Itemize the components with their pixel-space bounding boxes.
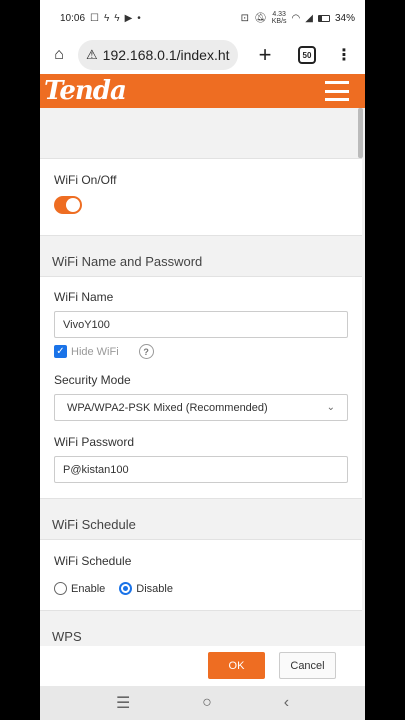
notification-icon: ☐	[90, 12, 99, 24]
schedule-enable-radio[interactable]	[54, 582, 67, 595]
wifi-schedule-card: WiFi Schedule Enable Disable	[40, 539, 362, 611]
messenger-icon: ϟ	[104, 12, 110, 24]
battery-level: 34%	[334, 12, 355, 24]
schedule-disable-radio[interactable]	[119, 582, 133, 595]
cast-icon: ⊡	[240, 12, 250, 24]
system-nav-bar: ☰ ○ ‹	[40, 686, 365, 720]
more-notifications-icon: •	[137, 12, 141, 24]
app-header: Tenda	[40, 74, 365, 108]
wifi-name-card: WiFi Name VivoY100 ✓ Hide WiFi ? Securit…	[40, 276, 362, 499]
wifi-name-input[interactable]: VivoY100	[54, 311, 348, 338]
wifi-icon: ◠	[291, 12, 301, 24]
plus-icon[interactable]: +	[252, 42, 278, 68]
status-bar: 10:06 ☐ ϟ ϟ ▶ • ⊡ 🔕︎ 4.33 KB/s ◠ ◢ 34%	[40, 0, 365, 36]
nav-home-icon[interactable]: ○	[202, 694, 212, 712]
wifi-switch-label: WiFi On/Off	[54, 173, 117, 187]
recent-apps-icon[interactable]: ☰	[116, 693, 130, 713]
help-icon[interactable]: ?	[138, 344, 154, 359]
messenger-icon-2: ϟ	[114, 12, 120, 24]
home-icon[interactable]: ⌂	[46, 46, 72, 64]
wifi-schedule-label: WiFi Schedule	[54, 554, 132, 568]
wifi-password-label: WiFi Password	[54, 435, 135, 449]
wifi-password-input[interactable]: P@kistan100	[54, 456, 348, 483]
tenda-logo: Tenda	[44, 76, 127, 106]
back-icon[interactable]: ‹	[284, 694, 289, 712]
youtube-icon: ▶	[124, 12, 133, 24]
schedule-disable-label: Disable	[136, 582, 173, 595]
security-mode-value: WPA/WPA2-PSK Mixed (Recommended)	[67, 401, 268, 414]
chevron-down-icon: ⌄	[326, 402, 335, 413]
url-text: 192.168.0.1/index.ht	[102, 47, 230, 63]
hamburger-icon[interactable]	[325, 81, 349, 101]
form-footer: OK Cancel	[40, 646, 365, 686]
signal-icon: ◢	[305, 12, 313, 24]
ok-button[interactable]: OK	[208, 652, 265, 679]
address-bar[interactable]: ⚠ 192.168.0.1/index.ht	[78, 40, 238, 70]
hide-wifi-checkbox[interactable]: ✓	[54, 345, 67, 358]
warning-icon[interactable]: ⚠	[86, 47, 98, 63]
tabs-icon[interactable]: 50	[298, 46, 316, 64]
more-vert-icon[interactable]: ⋮	[334, 45, 354, 65]
phone-screen: 10:06 ☐ ϟ ϟ ▶ • ⊡ 🔕︎ 4.33 KB/s ◠ ◢ 34% ⌂…	[40, 0, 365, 720]
clock: 10:06	[60, 12, 86, 24]
wifi-toggle[interactable]	[54, 196, 82, 214]
settings-content: WiFi On/Off WiFi Name and Password WiFi …	[40, 108, 365, 651]
network-speed: 4.33 KB/s	[271, 11, 287, 25]
wifi-switch-card: WiFi On/Off	[40, 158, 362, 236]
battery-icon	[317, 14, 330, 22]
wps-section-title: WPS	[52, 629, 82, 644]
security-mode-select[interactable]: WPA/WPA2-PSK Mixed (Recommended) ⌄	[54, 394, 348, 421]
scrollbar[interactable]	[358, 108, 363, 158]
schedule-enable-label: Enable	[71, 582, 106, 595]
browser-toolbar: ⌂ ⚠ 192.168.0.1/index.ht + 50 ⋮	[40, 36, 365, 74]
wifi-name-section-title: WiFi Name and Password	[52, 254, 203, 269]
hide-wifi-label: Hide WiFi	[71, 345, 119, 358]
mute-icon: 🔕︎	[254, 12, 267, 24]
security-mode-label: Security Mode	[54, 373, 131, 387]
cancel-button[interactable]: Cancel	[279, 652, 336, 679]
wifi-schedule-section-title: WiFi Schedule	[52, 517, 136, 532]
wifi-name-label: WiFi Name	[54, 290, 114, 304]
